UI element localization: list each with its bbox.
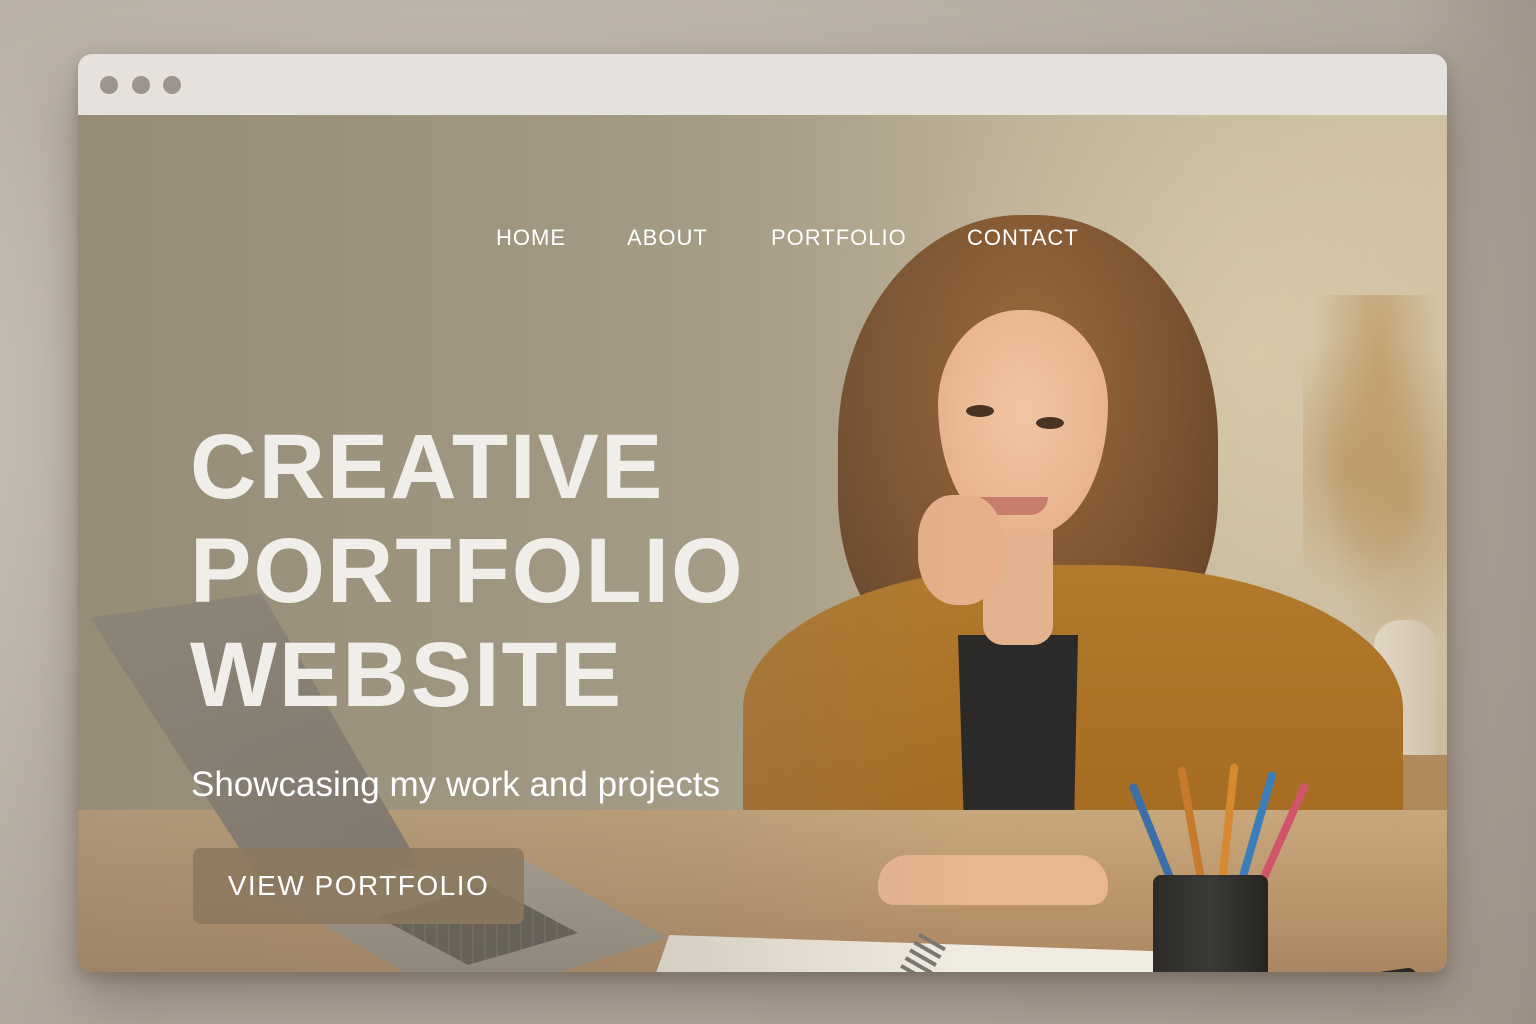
hero-title: CREATIVE PORTFOLIO WEBSITE [190, 415, 890, 727]
hero-subtitle: Showcasing my work and projects [191, 765, 721, 804]
browser-window: HOME ABOUT PORTFOLIO CONTACT CREATIVE PO… [78, 54, 1447, 972]
hero-title-line: CREATIVE [190, 416, 665, 518]
window-control-dot-icon[interactable] [132, 76, 150, 94]
nav-home[interactable]: HOME [496, 225, 566, 251]
nav-contact[interactable]: CONTACT [967, 225, 1079, 251]
hero-title-line: WEBSITE [190, 624, 624, 726]
page-viewport: HOME ABOUT PORTFOLIO CONTACT CREATIVE PO… [78, 115, 1447, 972]
window-control-dot-icon[interactable] [100, 76, 118, 94]
view-portfolio-button[interactable]: VIEW PORTFOLIO [193, 848, 524, 924]
window-control-dot-icon[interactable] [163, 76, 181, 94]
nav-about[interactable]: ABOUT [627, 225, 708, 251]
browser-titlebar [78, 54, 1447, 115]
main-nav: HOME ABOUT PORTFOLIO CONTACT [78, 225, 1447, 265]
nav-portfolio[interactable]: PORTFOLIO [771, 225, 907, 251]
hero-title-line: PORTFOLIO [190, 520, 745, 622]
